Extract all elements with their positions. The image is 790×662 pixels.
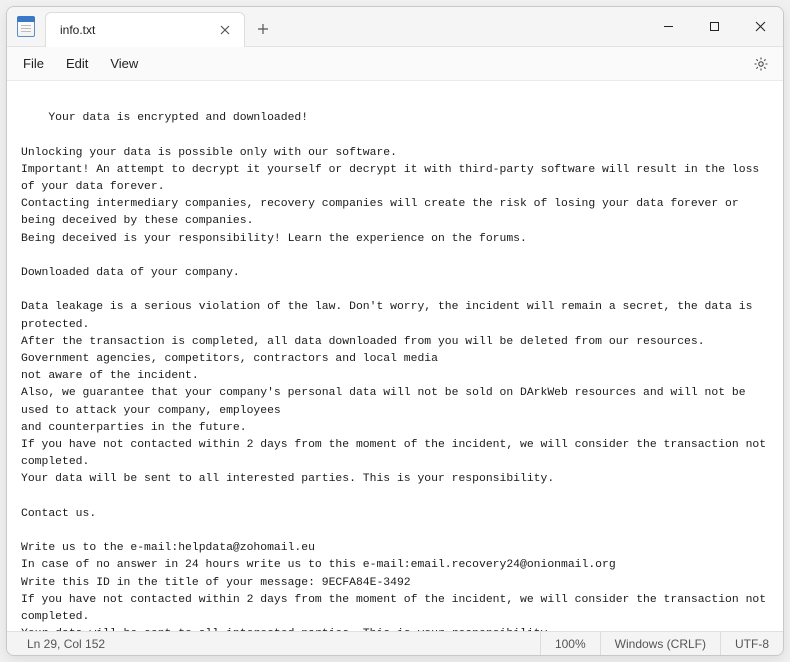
cursor-position: Ln 29, Col 152: [13, 632, 119, 655]
minimize-button[interactable]: [645, 7, 691, 46]
menu-file[interactable]: File: [13, 51, 54, 76]
zoom-level[interactable]: 100%: [540, 632, 600, 655]
app-icon: [7, 7, 45, 46]
encoding[interactable]: UTF-8: [720, 632, 783, 655]
close-tab-button[interactable]: [216, 21, 234, 39]
line-ending[interactable]: Windows (CRLF): [600, 632, 720, 655]
close-window-button[interactable]: [737, 7, 783, 46]
app-window: info.txt File Edit View: [6, 6, 784, 656]
document-text: Your data is encrypted and downloaded! U…: [21, 112, 773, 631]
notepad-icon: [17, 17, 35, 37]
document-tab[interactable]: info.txt: [45, 12, 245, 47]
gear-icon: [753, 56, 769, 72]
status-bar: Ln 29, Col 152 100% Windows (CRLF) UTF-8: [7, 631, 783, 655]
new-tab-button[interactable]: [245, 11, 281, 46]
menu-view[interactable]: View: [100, 51, 148, 76]
menu-bar: File Edit View: [7, 47, 783, 81]
title-bar: info.txt: [7, 7, 783, 47]
titlebar-drag-area[interactable]: [281, 7, 645, 46]
text-editor-area[interactable]: Your data is encrypted and downloaded! U…: [7, 81, 783, 631]
settings-button[interactable]: [745, 50, 777, 78]
maximize-button[interactable]: [691, 7, 737, 46]
tab-title: info.txt: [60, 23, 204, 37]
menu-edit[interactable]: Edit: [56, 51, 98, 76]
window-controls: [645, 7, 783, 46]
